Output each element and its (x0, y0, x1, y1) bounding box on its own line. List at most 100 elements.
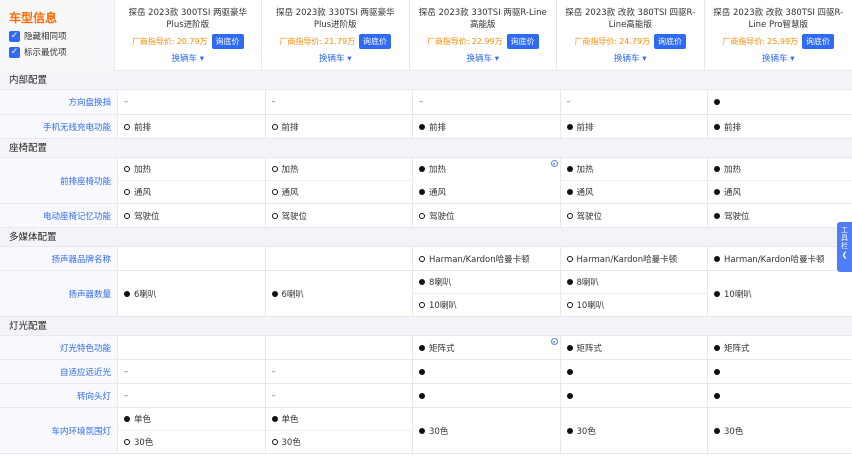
cell-text: Harman/Kardon哈曼卡顿 (724, 254, 825, 265)
cell-value: 驾驶位 (561, 204, 708, 227)
cell-text: 6喇叭 (281, 289, 304, 300)
optional-circle-icon (124, 166, 130, 172)
cell-value: 10喇叭 (560, 293, 707, 316)
cell-value: 通风 (265, 180, 412, 203)
switch-car-link[interactable]: 换辆车 ▾ (711, 53, 847, 65)
cell-text: 单色 (134, 415, 152, 425)
cell-value: – (413, 90, 560, 114)
car-name[interactable]: 探岳 2023款 300TSI 两驱豪华Plus进阶版 (121, 7, 256, 31)
mark-best-label: 标示最优项 (24, 48, 67, 58)
cell-value: 单色 (118, 408, 265, 430)
toolbox-label: 工具栏 (841, 226, 848, 250)
checkbox-checked-icon[interactable]: ✓ (9, 30, 20, 42)
info-icon[interactable] (550, 338, 558, 345)
standard-dot-icon (566, 166, 573, 172)
car-column-2: 探岳 2023款 330TSI 两驱豪华Plus进阶版 厂商指导价: 21.79万询… (262, 0, 410, 71)
row-label[interactable]: 方向盘换挡 (0, 90, 118, 114)
standard-dot-icon (566, 123, 573, 130)
inquiry-button[interactable]: 询底价 (506, 34, 539, 49)
optional-circle-icon (419, 302, 425, 308)
row-label[interactable]: 扬声器数量 (0, 271, 118, 316)
standard-dot-icon (714, 123, 720, 130)
switch-car-link[interactable]: 换辆车 ▾ (121, 53, 256, 65)
table-cell: 矩阵式 (708, 336, 852, 359)
toolbox-tab[interactable]: 工具栏 ❮ (837, 222, 852, 272)
row-label[interactable]: 电动座椅记忆功能 (0, 204, 118, 227)
price-value: 20.79万 (176, 37, 208, 46)
cell-value: 30色 (118, 430, 265, 453)
table-cell: 6喇叭 (266, 271, 413, 316)
standard-dot-icon (566, 427, 573, 434)
row-label[interactable]: 前排座椅功能 (0, 158, 118, 203)
price-row: 厂商指导价: 25.99万 询底价 (711, 34, 847, 49)
table-cell (708, 384, 852, 407)
table-cell: 前排 (118, 115, 266, 138)
switch-car-link[interactable]: 换辆车 ▾ (268, 53, 403, 65)
cell-value: 驾驶位 (413, 204, 560, 227)
cell-text: 30色 (724, 426, 744, 437)
standard-dot-icon (419, 368, 425, 375)
checkbox-checked-icon[interactable]: ✓ (9, 46, 20, 58)
cell-value: – (266, 360, 413, 383)
info-icon[interactable] (550, 160, 558, 167)
table-cell: Harman/Kardon哈曼卡顿 (561, 247, 708, 270)
cell-text: 10喇叭 (576, 301, 605, 311)
table-cell (118, 247, 266, 270)
table-cell: 单色 30色 (118, 408, 266, 453)
cell-text: 加热 (429, 165, 447, 176)
cell-value: 驾驶位 (266, 204, 413, 227)
cell-text: 加热 (134, 165, 152, 175)
cell-value: Harman/Kardon哈曼卡顿 (708, 247, 852, 270)
cell-text: Harman/Kardon哈曼卡顿 (576, 254, 678, 265)
standard-dot-icon (566, 189, 573, 195)
inquiry-button[interactable]: 询底价 (654, 34, 687, 49)
row-label[interactable]: 扬声器品牌名称 (0, 247, 118, 270)
cell-value (118, 247, 265, 270)
inquiry-button[interactable]: 询底价 (802, 34, 835, 49)
car-info-title: 车型信息 (9, 11, 58, 25)
table-cell: 驾驶位 (266, 204, 413, 227)
cell-value: 加热 (561, 158, 708, 180)
cell-text: 通风 (724, 188, 742, 198)
row-label[interactable]: 灯光特色功能 (0, 336, 118, 359)
table-cell: 矩阵式 (413, 336, 561, 359)
cell-text: – (271, 366, 276, 377)
inquiry-button[interactable]: 询底价 (359, 34, 392, 49)
table-cell: Harman/Kardon哈曼卡顿 (708, 247, 852, 270)
table-cell: 加热 通风 (265, 158, 413, 203)
row-label[interactable]: 自适应远近光 (0, 360, 118, 383)
car-name[interactable]: 探岳 2023款 330TSI 两驱豪华Plus进阶版 (268, 7, 403, 31)
table-cell: 驾驶位 (708, 204, 852, 227)
row-label[interactable]: 手机无线充电功能 (0, 115, 118, 138)
standard-dot-icon (124, 290, 130, 297)
table-cell: – (118, 360, 266, 383)
row-label[interactable]: 车内环境氛围灯 (0, 408, 118, 453)
table-cell: 加热 通风 (413, 158, 561, 203)
optional-circle-icon (271, 189, 278, 195)
car-name[interactable]: 探岳 2023款 330TSI 两驱R-Line高能版 (416, 7, 551, 31)
car-column-3: 探岳 2023款 330TSI 两驱R-Line高能版 厂商指导价: 22.99万询… (410, 0, 557, 71)
switch-car-label: 换辆车 (466, 54, 493, 64)
cell-value: Harman/Kardon哈曼卡顿 (561, 247, 708, 270)
cell-text: 前排 (134, 122, 152, 133)
car-name[interactable]: 探岳 2023款 改款 380TSI 四驱R-Line Pro智慧版 (711, 7, 847, 31)
switch-car-link[interactable]: 换辆车 ▾ (563, 53, 698, 65)
mark-best-option[interactable]: ✓ 标示最优项 (9, 46, 114, 58)
cell-text: Harman/Kardon哈曼卡顿 (429, 254, 530, 265)
standard-dot-icon (714, 166, 720, 172)
hide-same-option[interactable]: ✓ 隐藏相同项 (9, 30, 114, 42)
cell-text: – (124, 366, 129, 377)
car-name[interactable]: 探岳 2023款 改款 380TSI 四驱R-Line高能版 (563, 7, 698, 31)
hide-same-label: 隐藏相同项 (24, 32, 67, 42)
row-label[interactable]: 转向头灯 (0, 384, 118, 407)
cell-value: – (561, 90, 708, 114)
cell-text: 驾驶位 (134, 211, 160, 222)
inquiry-button[interactable]: 询底价 (211, 34, 244, 49)
table-cell: – (413, 90, 561, 114)
cell-value: 前排 (413, 115, 560, 138)
cell-value: 加热 (118, 158, 265, 180)
price-value: 25.99万 (767, 37, 799, 46)
switch-car-link[interactable]: 换辆车 ▾ (416, 53, 551, 65)
cell-text: 通风 (576, 188, 594, 198)
chevron-down-icon: ▾ (492, 54, 499, 64)
